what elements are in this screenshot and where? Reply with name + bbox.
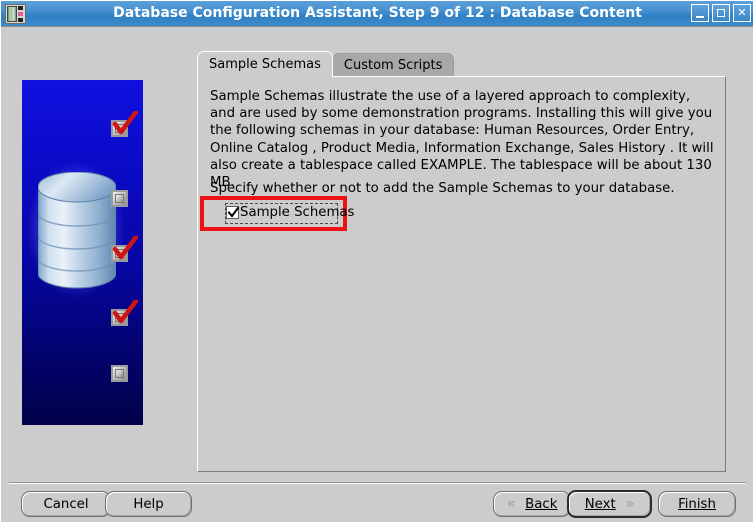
chevron-left-icon: « — [506, 496, 516, 512]
description-paragraph: Sample Schemas illustrate the use of a l… — [210, 89, 714, 191]
back-button[interactable]: « Back — [493, 491, 571, 517]
minimize-button[interactable] — [691, 4, 709, 22]
title-bar[interactable]: Database Configuration Assistant, Step 9… — [1, 1, 753, 27]
help-button[interactable]: Help — [105, 491, 192, 517]
checkbox-box[interactable] — [226, 206, 239, 219]
dialog-window: Database Configuration Assistant, Step 9… — [0, 0, 753, 522]
finish-button-label: Finish — [678, 496, 716, 512]
step-marker-3 — [111, 236, 138, 262]
step-marker-2 — [111, 190, 128, 207]
step-marker-4 — [111, 300, 138, 326]
tab-custom-scripts[interactable]: Custom Scripts — [331, 53, 455, 77]
tab-content-panel: Sample Schemas illustrate the use of a l… — [197, 76, 726, 472]
database-cylinder-icon — [38, 172, 116, 289]
maximize-button[interactable] — [712, 4, 730, 22]
window-title: Database Configuration Assistant, Step 9… — [113, 5, 642, 21]
checkbox-label[interactable]: Sample Schemas — [240, 205, 354, 220]
help-button-label: Help — [133, 496, 164, 512]
back-button-label: Back — [525, 496, 558, 512]
next-button-label: Next — [584, 496, 616, 512]
minimize-icon — [696, 16, 704, 18]
footer-separator — [9, 482, 746, 484]
finish-button[interactable]: Finish — [658, 491, 736, 517]
checkmark-icon — [228, 207, 239, 218]
step-marker-5 — [111, 365, 128, 382]
chevron-right-icon: » — [625, 496, 635, 512]
close-button[interactable]: ✕ — [733, 4, 751, 22]
sidebar-graphic — [22, 80, 143, 425]
window-controls: ✕ — [691, 4, 751, 22]
next-button[interactable]: Next » — [567, 490, 652, 518]
instruction-paragraph: Specify whether or not to add the Sample… — [210, 181, 675, 196]
tab-strip: Sample Schemas Custom Scripts — [197, 51, 455, 77]
sample-schemas-checkbox[interactable]: Sample Schemas — [226, 205, 354, 220]
maximize-icon — [717, 9, 725, 17]
cancel-button-label: Cancel — [43, 496, 89, 512]
step-marker-1 — [111, 111, 138, 137]
cancel-button[interactable]: Cancel — [21, 491, 111, 517]
tab-sample-schemas[interactable]: Sample Schemas — [197, 51, 333, 77]
